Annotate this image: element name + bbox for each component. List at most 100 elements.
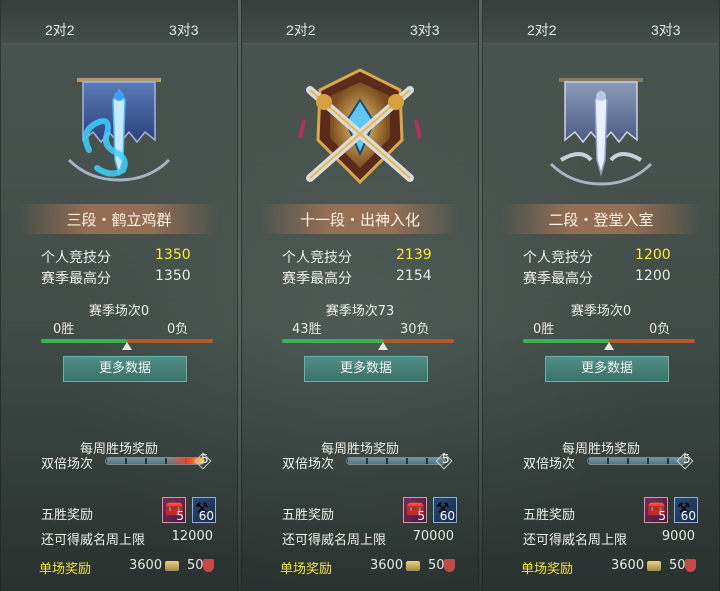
- remaining-cap-value: 70000: [412, 529, 454, 544]
- badge-icon: [203, 559, 214, 572]
- tab-2v2[interactable]: 2对2: [286, 20, 316, 40]
- win-loss-marker: [122, 342, 132, 350]
- blue-dragon-banner-icon: [67, 78, 171, 182]
- season-high-label: 赛季最高分: [523, 271, 593, 287]
- coin-icon: [165, 561, 179, 571]
- silver-sword-banner-icon: [549, 78, 653, 186]
- double-matches-label: 双倍场次: [523, 457, 576, 472]
- losses-count: 0负: [167, 322, 189, 337]
- single-reward-label: 单场奖励: [39, 562, 92, 577]
- tab-3v3[interactable]: 3对3: [410, 20, 440, 40]
- remaining-cap-value: 9000: [661, 529, 695, 544]
- double-progress-segment: [147, 458, 165, 464]
- treasure-chest-icon[interactable]: 🧰 5: [162, 497, 186, 523]
- double-progress-segment: [408, 458, 426, 464]
- losses-count: 30负: [400, 322, 430, 337]
- double-matches-bar: [105, 457, 205, 465]
- badge-reward-value: 50: [428, 558, 445, 573]
- season-matches: 赛季场次0: [88, 304, 150, 319]
- remaining-cap-label: 还可得威名周上限: [282, 533, 387, 548]
- win-loss-marker: [604, 342, 614, 350]
- double-progress-segment: [589, 458, 607, 464]
- badge-reward-value: 50: [187, 558, 204, 573]
- more-data-button[interactable]: 更多数据: [304, 356, 428, 382]
- tab-3v3[interactable]: 3对3: [651, 20, 681, 40]
- rank-title: 三段・鹤立鸡群: [66, 212, 172, 229]
- season-high-value: 2154: [396, 268, 432, 284]
- five-win-reward-label: 五胜奖励: [282, 508, 335, 523]
- double-matches-count: 5: [201, 452, 209, 466]
- wins-count: 43胜: [292, 322, 322, 337]
- double-progress-segment: [649, 458, 667, 464]
- mode-tabs: 2对2 3对3: [1, 0, 237, 44]
- personal-score-label: 个人竞技分: [523, 250, 593, 266]
- double-matches-label: 双倍场次: [41, 457, 94, 472]
- tab-2v2[interactable]: 2对2: [45, 20, 75, 40]
- badge-icon: [685, 559, 696, 572]
- season-high-value: 1350: [155, 268, 191, 284]
- wins-count: 0胜: [533, 322, 555, 337]
- five-win-reward-label: 五胜奖励: [41, 508, 94, 523]
- rank-title: 十一段・出神入化: [299, 212, 420, 229]
- double-matches-bar: [346, 457, 446, 465]
- season-matches: 赛季场次0: [570, 304, 632, 319]
- axe-item-icon[interactable]: ⚒ 60: [674, 497, 698, 523]
- tab-3v3[interactable]: 3对3: [169, 20, 199, 40]
- coin-icon: [647, 561, 661, 571]
- axe-count: 60: [439, 509, 455, 523]
- win-loss-marker: [378, 342, 389, 350]
- season-high-label: 赛季最高分: [282, 271, 352, 287]
- double-progress-segment: [609, 458, 627, 464]
- rank-panel-1: 2对2 3对3 三段・鹤立鸡群 个人竞技分 1350 赛季最高分 1350 赛季…: [0, 0, 238, 591]
- win-portion: [523, 339, 609, 343]
- season-matches: 赛季场次73: [325, 304, 395, 319]
- double-progress-segment: [368, 458, 386, 464]
- season-high-value: 1200: [635, 268, 671, 284]
- double-progress-segment: [348, 458, 366, 464]
- double-progress-segment: [388, 458, 406, 464]
- double-matches-count: 5: [683, 452, 691, 466]
- rank-title: 二段・登堂入室: [548, 212, 654, 229]
- axe-item-icon[interactable]: ⚒ 60: [433, 497, 457, 523]
- more-data-button[interactable]: 更多数据: [545, 356, 669, 382]
- coin-reward-value: 3600: [129, 558, 163, 573]
- losses-count: 0负: [649, 322, 671, 337]
- badge-reward-value: 50: [669, 558, 686, 573]
- personal-score-label: 个人竞技分: [282, 250, 352, 266]
- chest-count: 5: [176, 509, 184, 523]
- axe-count: 60: [198, 509, 214, 523]
- coin-icon: [406, 561, 420, 571]
- remaining-cap-label: 还可得威名周上限: [41, 533, 146, 548]
- coin-reward-value: 3600: [611, 558, 645, 573]
- more-data-button[interactable]: 更多数据: [63, 356, 187, 382]
- axe-item-icon[interactable]: ⚒ 60: [192, 497, 216, 523]
- remaining-cap-label: 还可得威名周上限: [523, 533, 628, 548]
- double-matches-bar: [587, 457, 687, 465]
- personal-score-value: 2139: [396, 247, 432, 263]
- personal-score-value: 1350: [155, 247, 191, 263]
- wins-count: 0胜: [53, 322, 75, 337]
- rank-panel-2: 2对2 3对3 十一段・出神入化 个人竞技分 2139 赛季最高分 2154 赛…: [241, 0, 479, 591]
- axe-count: 60: [680, 509, 696, 523]
- golden-crossed-swords-icon: [298, 68, 422, 185]
- double-progress-segment: [107, 458, 125, 464]
- treasure-chest-icon[interactable]: 🧰 5: [644, 497, 668, 523]
- win-portion: [41, 339, 127, 343]
- season-high-label: 赛季最高分: [41, 271, 111, 287]
- single-reward-label: 单场奖励: [280, 562, 333, 577]
- double-matches-label: 双倍场次: [282, 457, 335, 472]
- chest-count: 5: [658, 509, 666, 523]
- mode-tabs: 2对2 3对3: [242, 0, 478, 44]
- win-portion: [282, 339, 384, 343]
- double-progress-segment: [127, 458, 145, 464]
- double-progress-segment: [629, 458, 647, 464]
- tab-2v2[interactable]: 2对2: [527, 20, 557, 40]
- five-win-reward-label: 五胜奖励: [523, 508, 576, 523]
- coin-reward-value: 3600: [370, 558, 404, 573]
- remaining-cap-value: 12000: [171, 529, 213, 544]
- win-loss-bar: [282, 339, 454, 343]
- badge-icon: [444, 559, 455, 572]
- treasure-chest-icon[interactable]: 🧰 5: [403, 497, 427, 523]
- mode-tabs: 2对2 3对3: [483, 0, 719, 44]
- rank-panel-3: 2对2 3对3 二段・登堂入室 个人竞技分 1200 赛季最高分 1200 赛季…: [482, 0, 720, 591]
